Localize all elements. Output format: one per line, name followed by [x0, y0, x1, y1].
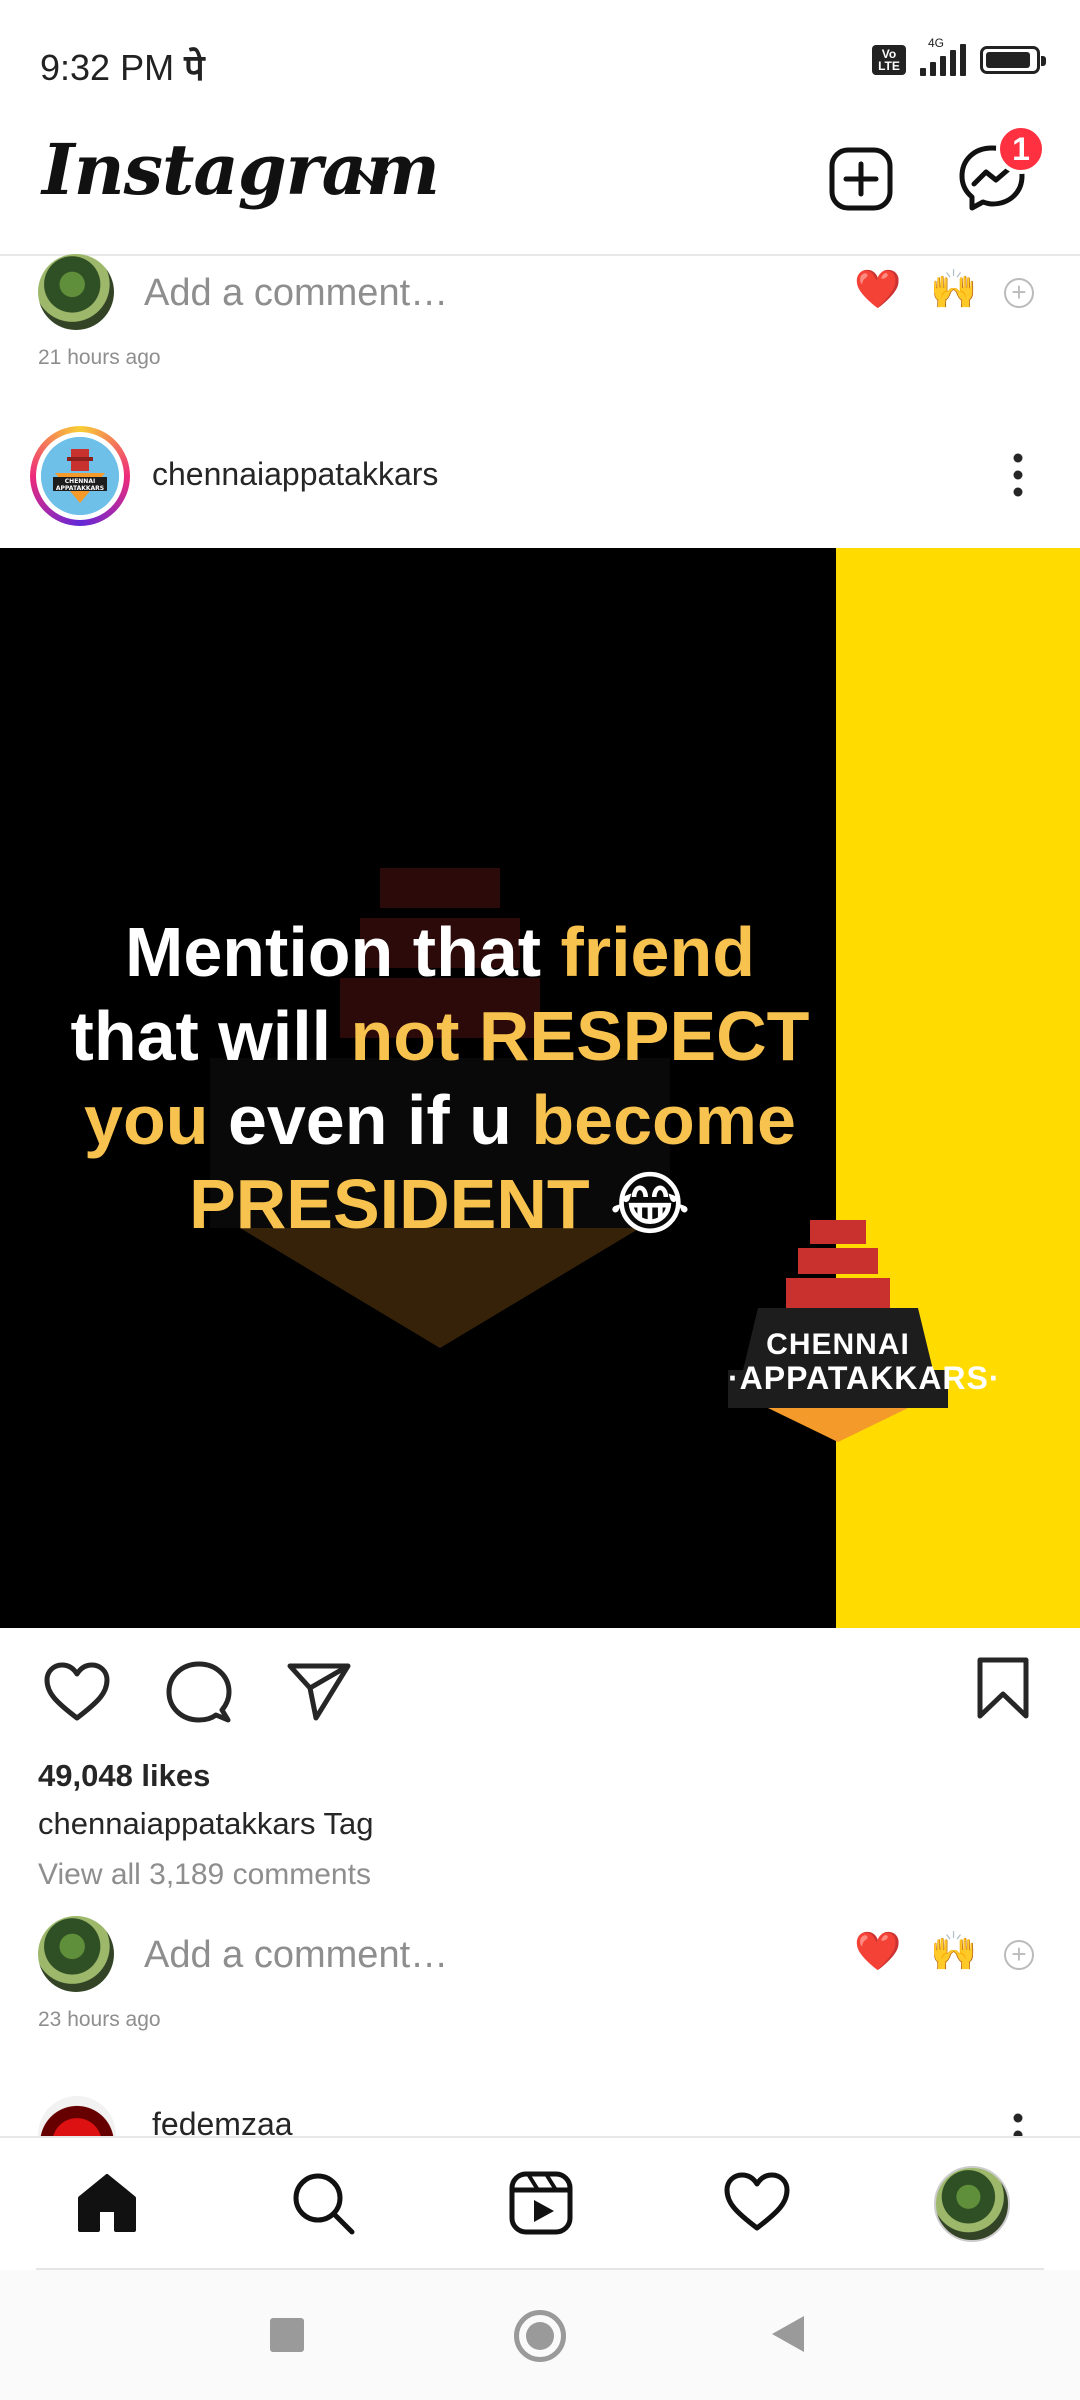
- bookmark-icon[interactable]: [976, 1656, 1030, 1720]
- volte-icon: Vo LTE: [872, 45, 906, 75]
- quick-reaction-heart[interactable]: ❤️: [854, 268, 901, 312]
- post-timestamp: 23 hours ago: [38, 2008, 161, 2031]
- quick-reaction-hands[interactable]: 🙌: [930, 268, 977, 312]
- share-send-icon[interactable]: [286, 1660, 352, 1722]
- avatar[interactable]: [38, 254, 114, 330]
- comment-icon[interactable]: [166, 1660, 232, 1726]
- more-options-icon[interactable]: [1010, 452, 1026, 498]
- status-bar: 9:32 PM पे Vo LTE 4G: [0, 0, 1080, 120]
- brand-text-line2: ·APPATAKKARS·: [728, 1360, 1001, 1396]
- likes-count[interactable]: 49,048 likes: [38, 1758, 210, 1794]
- caption-username[interactable]: chennaiappatakkars: [38, 1806, 315, 1841]
- add-reaction-icon[interactable]: +: [1004, 278, 1034, 308]
- messages-badge: 1: [996, 124, 1046, 174]
- post-caption: chennaiappatakkars Tag: [38, 1806, 374, 1842]
- add-comment-input[interactable]: Add a comment…: [144, 272, 448, 315]
- add-comment-input[interactable]: Add a comment…: [144, 1934, 448, 1977]
- like-heart-icon[interactable]: [42, 1660, 112, 1724]
- post-image[interactable]: Mention that friend that will not RESPEC…: [0, 548, 1080, 1628]
- header-divider: [0, 254, 1080, 256]
- activity-heart-icon[interactable]: [722, 2170, 792, 2234]
- brand-text-line1: CHENNAI: [766, 1328, 910, 1361]
- caption-text: Tag: [315, 1806, 374, 1841]
- search-icon[interactable]: [290, 2170, 356, 2236]
- status-time: 9:32 PM पे: [40, 47, 205, 88]
- home-button[interactable]: [514, 2310, 566, 2362]
- view-all-comments-link[interactable]: View all 3,189 comments: [38, 1858, 371, 1892]
- avatar-text-1: CHENNAI: [65, 478, 95, 485]
- avatar-text-2: APPATAKKARS: [56, 485, 104, 492]
- quick-reaction-heart[interactable]: ❤️: [854, 1930, 901, 1974]
- add-reaction-icon[interactable]: +: [1004, 1940, 1034, 1970]
- avatar[interactable]: [38, 1916, 114, 1992]
- post-username[interactable]: chennaiappatakkars: [152, 456, 438, 493]
- chevron-down-icon[interactable]: [356, 168, 390, 190]
- back-button[interactable]: [772, 2316, 804, 2352]
- profile-avatar[interactable]: [934, 2166, 1010, 2242]
- signal-icon: 4G: [920, 36, 966, 76]
- quick-reaction-hands[interactable]: 🙌: [930, 1930, 977, 1974]
- new-post-icon[interactable]: [828, 146, 894, 212]
- reels-icon[interactable]: [508, 2170, 574, 2236]
- post-image-text: Mention that friend that will not RESPEC…: [70, 913, 810, 1243]
- status-icons: Vo LTE 4G: [872, 36, 1046, 76]
- battery-icon: [980, 46, 1046, 74]
- post-timestamp: 21 hours ago: [38, 346, 161, 369]
- home-icon[interactable]: [74, 2170, 140, 2236]
- post-author-avatar[interactable]: CHENNAI APPATAKKARS: [41, 437, 119, 515]
- recent-apps-button[interactable]: [270, 2318, 304, 2352]
